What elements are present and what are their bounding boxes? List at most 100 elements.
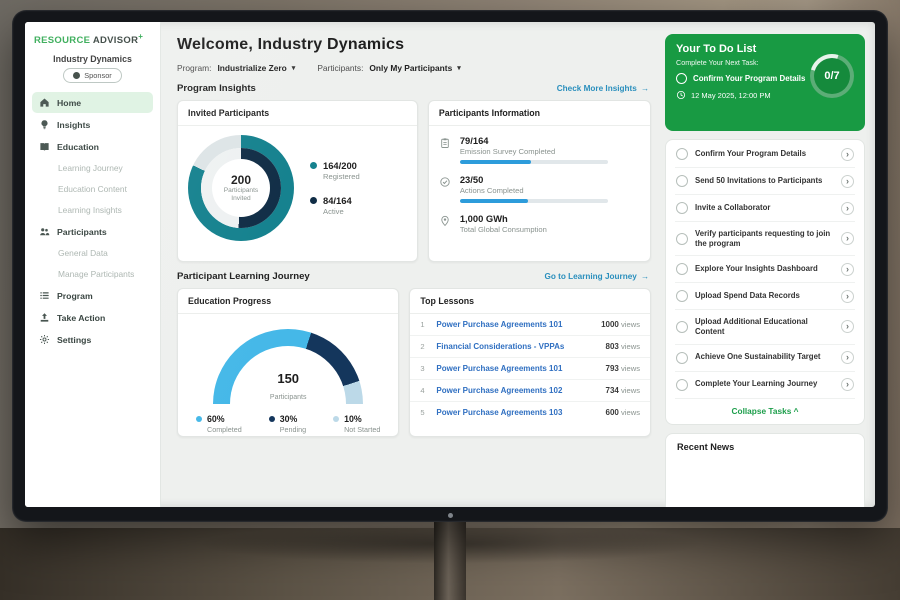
sponsor-badge[interactable]: Sponsor [63, 68, 122, 83]
collapse-tasks-link[interactable]: Collapse Tasks ^ [675, 399, 855, 424]
chevron-right-icon[interactable]: › [841, 351, 854, 364]
sidebar-item-label: Insights [57, 120, 90, 130]
invited-participants-card: Invited Participants 200 Participants In… [177, 100, 418, 262]
lesson-rank: 2 [420, 342, 428, 351]
sidebar-item-learning-insights[interactable]: Learning Insights [32, 200, 153, 220]
chevron-right-icon[interactable]: › [841, 290, 854, 303]
checkbox-icon[interactable] [676, 73, 687, 84]
program-select-value: Industrialize Zero [217, 63, 286, 73]
task-row[interactable]: Verify participants requesting to join t… [675, 222, 855, 256]
chevron-right-icon[interactable]: › [841, 202, 854, 215]
lesson-link[interactable]: Power Purchase Agreements 102 [436, 386, 597, 395]
chevron-right-icon[interactable]: › [841, 378, 854, 391]
top-lessons-card: Top Lessons 1 Power Purchase Agreements … [409, 288, 651, 437]
task-row[interactable]: Upload Spend Data Records › [675, 283, 855, 310]
screen: RESOURCE ADVISOR+ Industry Dynamics Spon… [25, 22, 875, 507]
lesson-row: 2 Financial Considerations - VPPAs 803 v… [410, 336, 650, 358]
sidebar-item-participants[interactable]: Participants [32, 221, 153, 242]
chevron-right-icon[interactable]: › [841, 232, 854, 245]
sidebar-item-education-content[interactable]: Education Content [32, 179, 153, 199]
location-pin-icon [439, 214, 451, 226]
list-icon [39, 290, 50, 301]
lesson-link[interactable]: Power Purchase Agreements 101 [436, 320, 593, 329]
dashboard-app: RESOURCE ADVISOR+ Industry Dynamics Spon… [25, 22, 875, 507]
monitor: RESOURCE ADVISOR+ Industry Dynamics Spon… [12, 10, 888, 522]
recent-news-card: Recent News [665, 433, 865, 508]
chevron-right-icon[interactable]: › [841, 148, 854, 161]
program-select[interactable]: Industrialize Zero ▾ [217, 63, 295, 73]
task-label: Upload Spend Data Records [695, 291, 834, 301]
checkbox-icon[interactable] [676, 175, 688, 187]
chevron-down-icon: ▾ [457, 64, 461, 72]
go-to-learning-journey-link[interactable]: Go to Learning Journey → [544, 272, 649, 281]
checkbox-icon[interactable] [676, 233, 688, 245]
progress-fill [460, 199, 528, 203]
checkbox-icon[interactable] [676, 352, 688, 364]
task-row[interactable]: Invite a Collaborator › [675, 195, 855, 222]
task-label: Verify participants requesting to join t… [695, 229, 834, 249]
arrow-right-icon: → [641, 84, 649, 93]
lesson-link[interactable]: Power Purchase Agreements 103 [436, 408, 597, 417]
sidebar-item-home[interactable]: Home [32, 92, 153, 113]
right-panel: Your To Do List Complete Your Next Task:… [663, 22, 875, 507]
lesson-link[interactable]: Power Purchase Agreements 101 [436, 364, 597, 373]
todo-next-task[interactable]: Confirm Your Program Details [676, 73, 816, 84]
clock-icon [676, 90, 686, 100]
sidebar-item-insights[interactable]: Insights [32, 114, 153, 135]
checkbox-icon[interactable] [676, 290, 688, 302]
chevron-right-icon[interactable]: › [841, 263, 854, 276]
sidebar-item-label: Learning Journey [58, 163, 123, 173]
main-content: Welcome, Industry Dynamics Program: Indu… [161, 22, 663, 507]
lesson-rank: 4 [420, 386, 428, 395]
chevron-right-icon[interactable]: › [841, 175, 854, 188]
lightbulb-icon [39, 119, 50, 130]
sidebar-item-learning-journey[interactable]: Learning Journey [32, 158, 153, 178]
task-row[interactable]: Explore Your Insights Dashboard › [675, 256, 855, 283]
sidebar-item-manage-participants[interactable]: Manage Participants [32, 264, 153, 284]
task-row[interactable]: Complete Your Learning Journey › [675, 372, 855, 399]
lesson-row: 5 Power Purchase Agreements 103 600 view… [410, 402, 650, 423]
checkbox-icon[interactable] [676, 379, 688, 391]
sidebar-item-education[interactable]: Education [32, 136, 153, 157]
logo-text-secondary: ADVISOR [93, 35, 138, 46]
checkbox-icon[interactable] [676, 202, 688, 214]
lesson-rank: 5 [420, 408, 428, 417]
task-row[interactable]: Upload Additional Educational Content › [675, 310, 855, 344]
todo-progress-value: 0/7 [824, 70, 839, 82]
sidebar-item-settings[interactable]: Settings [32, 329, 153, 350]
sidebar-item-take-action[interactable]: Take Action [32, 307, 153, 328]
education-gauge-chart: 150 Participants [213, 329, 363, 404]
chevron-right-icon[interactable]: › [841, 320, 854, 333]
power-led [448, 513, 453, 518]
legend-item-pending: 30% Pending [269, 414, 306, 434]
check-more-insights-link[interactable]: Check More Insights → [557, 84, 649, 93]
lesson-rank: 3 [420, 364, 428, 373]
sidebar-nav: Home Insights Education Learning Journey [32, 92, 153, 350]
progress-fill [460, 160, 531, 164]
sidebar-item-label: Take Action [57, 313, 105, 323]
lesson-rank: 1 [420, 320, 428, 329]
progress-bar [460, 199, 608, 203]
checkbox-icon[interactable] [676, 263, 688, 275]
checkbox-icon[interactable] [676, 321, 688, 333]
legend-item-not-started: 10% Not Started [333, 414, 380, 434]
lesson-link[interactable]: Financial Considerations - VPPAs [436, 342, 597, 351]
checkbox-icon[interactable] [676, 148, 688, 160]
donut-center-label: 200 Participants Invited [214, 161, 268, 215]
legend-dot [196, 416, 202, 422]
task-row[interactable]: Send 50 Invitations to Participants › [675, 168, 855, 195]
legend-dot [333, 416, 339, 422]
task-row[interactable]: Confirm Your Program Details › [675, 141, 855, 168]
sidebar-item-general-data[interactable]: General Data [32, 243, 153, 263]
task-row[interactable]: Achieve One Sustainability Target › [675, 345, 855, 372]
lessons-list: 1 Power Purchase Agreements 101 1000 vie… [410, 314, 650, 423]
participants-select[interactable]: Only My Participants ▾ [369, 63, 460, 73]
sidebar-item-program[interactable]: Program [32, 285, 153, 306]
legend-item-registered: 164/200 Registered [310, 160, 360, 181]
sponsor-icon [73, 72, 80, 79]
sidebar-item-label: Manage Participants [58, 269, 134, 279]
task-label: Explore Your Insights Dashboard [695, 264, 834, 274]
sidebar-item-label: Education [57, 142, 99, 152]
link-label: Check More Insights [557, 84, 637, 93]
chevron-down-icon: ▾ [292, 64, 296, 72]
